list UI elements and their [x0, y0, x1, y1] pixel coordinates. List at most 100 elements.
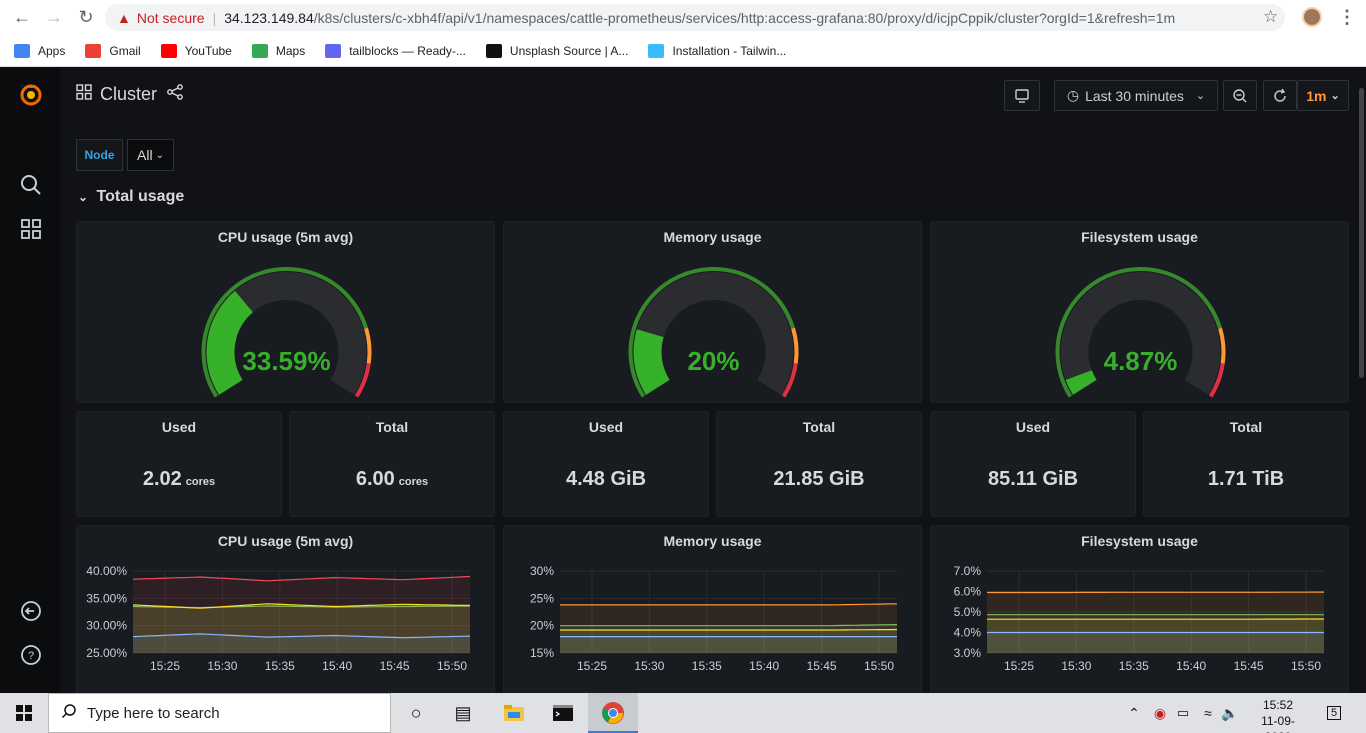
bookmarks-bar: Apps Gmail YouTube Maps tailblocks — Ready-.… — [0, 35, 1366, 67]
bookmark-star-icon[interactable]: ☆ — [1263, 7, 1278, 27]
taskbar-clock[interactable]: 15:52 11-09-2020 — [1248, 697, 1308, 733]
back-icon[interactable]: ← — [6, 1, 38, 33]
panel-title: Used — [588, 419, 624, 435]
x-tick-label: 15:30 — [207, 659, 237, 673]
notification-count: 5 — [1326, 706, 1342, 720]
stat-panel[interactable]: Used 85.11 GiB — [930, 411, 1136, 517]
row-header-total-usage[interactable]: ⌄ Total usage — [78, 188, 184, 206]
bookmark-item[interactable]: Installation - Tailwin... — [648, 43, 786, 58]
windows-start-icon[interactable] — [12, 701, 36, 725]
x-tick-label: 15:50 — [864, 659, 894, 673]
cycle-view-button[interactable] — [1004, 80, 1040, 111]
variable-label-node: Node — [76, 139, 123, 171]
stat-value-container: 1.71 TiB — [1144, 468, 1348, 491]
stat-value-container: 4.48 GiB — [504, 468, 708, 491]
zoom-out-button[interactable] — [1223, 80, 1257, 111]
notifications-icon[interactable]: 5 — [1322, 701, 1346, 725]
gauge-value-arc — [206, 290, 254, 395]
x-tick-label: 15:30 — [1061, 659, 1091, 673]
bookmark-item[interactable]: Apps — [14, 43, 65, 58]
search-icon — [61, 703, 77, 723]
monitor-icon — [1015, 88, 1029, 103]
stat-panel[interactable]: Total 21.85 GiB — [716, 411, 922, 517]
address-bar[interactable]: ▲ Not secure | 34.123.149.84 /k8s/cluste… — [105, 4, 1285, 31]
bookmark-favicon-icon — [85, 43, 102, 58]
panel-title: Total — [375, 419, 409, 435]
x-tick-label: 15:30 — [634, 659, 664, 673]
variable-select-node[interactable]: All ⌄ — [127, 139, 174, 171]
wifi-icon[interactable]: ≈ — [1196, 701, 1220, 725]
stat-value: 1.71 TiB — [1207, 468, 1285, 490]
forward-icon[interactable]: → — [38, 1, 70, 33]
timeseries-panel[interactable]: Filesystem usage 7.0% 6.0% 5.0% 4.0% 3.0% 15:2… — [930, 525, 1349, 693]
time-picker-button[interactable]: ◷ Last 30 minutes ⌄ — [1054, 80, 1218, 111]
x-tick-label: 15:50 — [437, 659, 467, 673]
avatar[interactable] — [1302, 7, 1322, 27]
stat-panel[interactable]: Total 1.71 TiB — [1143, 411, 1349, 517]
timeseries-chart: 7.0% 6.0% 5.0% 4.0% 3.0% 15:25 15:30 15:35 15:40… — [954, 564, 1324, 673]
dashboard-title[interactable]: Cluster — [100, 84, 157, 105]
stat-value: 2.02 — [142, 468, 182, 490]
url-host: 34.123.149.84 — [224, 9, 314, 26]
y-tick-label: 4.0% — [954, 626, 982, 640]
volume-icon[interactable]: 🔈 — [1218, 701, 1242, 725]
stat-panel[interactable]: Used 4.48 GiB — [503, 411, 709, 517]
stat-panel[interactable]: Total 6.00 cores — [289, 411, 495, 517]
stat-value-container: 6.00 cores — [290, 468, 494, 491]
reload-icon[interactable]: ↻ — [70, 1, 102, 33]
stat-panel[interactable]: Used 2.02 cores — [76, 411, 282, 517]
clock-time: 15:52 — [1262, 698, 1294, 712]
taskbar-search-input[interactable]: Type here to search — [48, 693, 391, 733]
search-icon[interactable] — [18, 172, 44, 198]
y-tick-label: 30% — [530, 564, 554, 578]
dashboard-area: Cluster ◷ Last 30 minutes ⌄ 1m ⌄ Node Al… — [60, 68, 1366, 693]
svg-text:?: ? — [28, 650, 34, 662]
bookmark-item[interactable]: YouTube — [160, 43, 232, 58]
battery-icon[interactable]: ▭ — [1171, 701, 1195, 725]
bookmark-item[interactable]: tailblocks — Ready-... — [325, 43, 466, 58]
dashboard-header: Cluster — [76, 84, 183, 105]
help-icon[interactable]: ? — [18, 642, 44, 668]
tray-chevron-up-icon[interactable]: ⌃ — [1122, 701, 1146, 725]
chevron-down-icon: ⌄ — [1330, 90, 1340, 102]
browser-menu-icon[interactable]: ⋮ — [1338, 7, 1356, 28]
gauge-chart: 33.59% — [201, 267, 372, 398]
file-explorer-icon[interactable] — [502, 701, 526, 725]
refresh-interval-button[interactable]: 1m ⌄ — [1297, 80, 1349, 111]
taskbar-search-placeholder: Type here to search — [87, 704, 220, 722]
bookmark-label: YouTube — [184, 43, 232, 58]
y-tick-label: 30.00% — [86, 619, 127, 633]
row-title: Total usage — [96, 188, 185, 205]
gauge-value: 33.59% — [242, 346, 330, 376]
x-tick-label: 15:25 — [1004, 659, 1034, 673]
taskbar: Type here to search ○ ▤ ⌃ ◉ ▭ ≈ 🔈 15:52 … — [0, 693, 1366, 733]
network-status-icon[interactable]: ◉ — [1148, 701, 1172, 725]
share-icon[interactable] — [167, 84, 183, 105]
chrome-icon[interactable] — [601, 701, 625, 725]
y-tick-label: 5.0% — [954, 605, 982, 619]
terminal-icon[interactable] — [551, 701, 575, 725]
series-line — [560, 628, 898, 631]
gauge-panel[interactable]: Filesystem usage 4.87% — [930, 221, 1349, 403]
gauge-panel[interactable]: Memory usage 20% — [503, 221, 922, 403]
bookmark-item[interactable]: Unsplash Source | A... — [485, 43, 628, 58]
bookmark-item[interactable]: Gmail — [85, 43, 141, 58]
sign-out-icon[interactable] — [18, 598, 44, 624]
timeseries-panel[interactable]: Memory usage 30% 25% 20% 15% 15:25 15:30 15:35 1… — [503, 525, 922, 693]
cortana-icon[interactable]: ○ — [404, 701, 428, 725]
dashboards-icon[interactable] — [18, 216, 44, 242]
x-tick-label: 15:45 — [380, 659, 410, 673]
dashboard-grid-icon — [76, 84, 92, 105]
timeseries-panel[interactable]: CPU usage (5m avg) 40.00% 35.00% 30.00% 25.0… — [76, 525, 495, 693]
bookmark-item[interactable]: Maps — [251, 43, 305, 58]
refresh-button[interactable] — [1263, 80, 1297, 111]
gauge-panel[interactable]: CPU usage (5m avg) 33.59% — [76, 221, 495, 403]
panel-title: Used — [161, 419, 197, 435]
task-view-icon[interactable]: ▤ — [451, 701, 475, 725]
scrollbar[interactable] — [1359, 88, 1364, 378]
grafana-logo-icon[interactable] — [18, 82, 44, 108]
gauge-threshold-arc — [1218, 327, 1226, 364]
x-tick-label: 15:35 — [265, 659, 295, 673]
y-tick-label: 6.0% — [954, 585, 982, 599]
bookmark-favicon-icon — [648, 43, 665, 58]
